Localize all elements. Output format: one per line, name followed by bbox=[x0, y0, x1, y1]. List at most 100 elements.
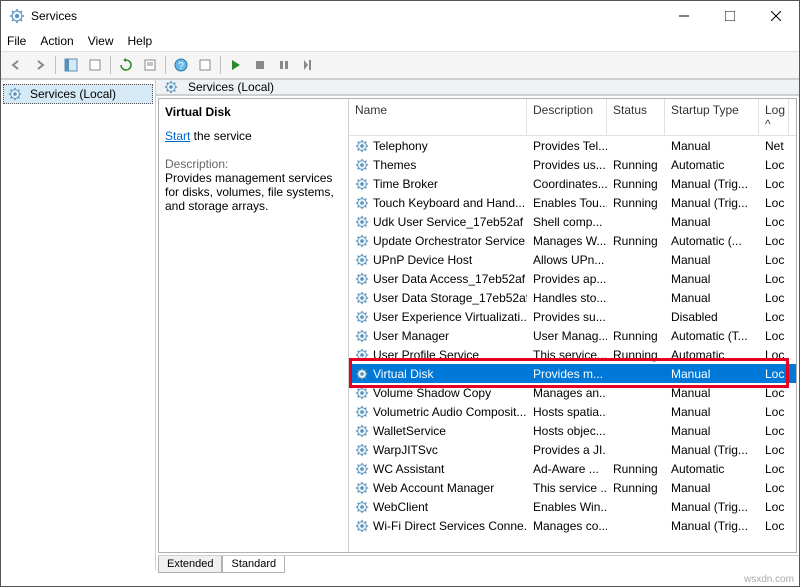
service-row[interactable]: User Profile ServiceThis service...Runni… bbox=[349, 345, 796, 364]
description-text: Provides management services for disks, … bbox=[165, 171, 342, 213]
service-startup: Manual (Trig... bbox=[665, 443, 759, 457]
gear-icon bbox=[355, 196, 369, 210]
restart-service-button[interactable] bbox=[297, 54, 319, 76]
service-row[interactable]: WarpJITSvc Provides a JI... Manual (Trig..… bbox=[349, 440, 796, 459]
menu-help[interactable]: Help bbox=[128, 34, 153, 48]
service-row[interactable]: Wi-Fi Direct Services Conne...Manages co… bbox=[349, 516, 796, 535]
service-row[interactable]: WebClientEnables Win...Manual (Trig...Lo… bbox=[349, 497, 796, 516]
service-name: Themes bbox=[373, 158, 416, 172]
service-startup: Manual bbox=[665, 272, 759, 286]
tree-root-label: Services (Local) bbox=[30, 87, 116, 101]
gear-icon bbox=[355, 158, 369, 172]
service-startup: Automatic (T... bbox=[665, 329, 759, 343]
service-row[interactable]: Time BrokerCoordinates...RunningManual (… bbox=[349, 174, 796, 193]
service-logon: Loc bbox=[759, 386, 789, 400]
properties-button[interactable] bbox=[139, 54, 161, 76]
service-status: Running bbox=[607, 234, 665, 248]
service-status: Running bbox=[607, 177, 665, 191]
service-startup: Manual bbox=[665, 215, 759, 229]
service-row[interactable]: TelephonyProvides Tel...ManualNet bbox=[349, 136, 796, 155]
service-row[interactable]: User Data Access_17eb52afProvides ap...M… bbox=[349, 269, 796, 288]
list-body[interactable]: TelephonyProvides Tel...ManualNetThemesP… bbox=[349, 136, 796, 552]
pause-service-button[interactable] bbox=[273, 54, 295, 76]
service-logon: Loc bbox=[759, 291, 789, 305]
help2-button[interactable] bbox=[194, 54, 216, 76]
service-status: Running bbox=[607, 481, 665, 495]
show-hide-tree-button[interactable] bbox=[60, 54, 82, 76]
service-row[interactable]: ThemesProvides us...RunningAutomaticLoc bbox=[349, 155, 796, 174]
service-desc: This service ... bbox=[527, 481, 607, 495]
start-link[interactable]: Start bbox=[165, 129, 190, 143]
export-button[interactable] bbox=[84, 54, 106, 76]
service-logon: Loc bbox=[759, 443, 789, 457]
service-row[interactable]: Touch Keyboard and Hand...Enables Tou...… bbox=[349, 193, 796, 212]
service-desc: Manages an... bbox=[527, 386, 607, 400]
service-desc: Coordinates... bbox=[527, 177, 607, 191]
service-startup: Manual (Trig... bbox=[665, 196, 759, 210]
gear-icon bbox=[355, 424, 369, 438]
service-status: Running bbox=[607, 462, 665, 476]
service-row[interactable]: Udk User Service_17eb52afShell comp...Ma… bbox=[349, 212, 796, 231]
tree-root-item[interactable]: Services (Local) bbox=[3, 84, 153, 104]
gear-icon bbox=[355, 481, 369, 495]
service-startup: Automatic bbox=[665, 348, 759, 362]
minimize-button[interactable] bbox=[661, 1, 707, 31]
refresh-button[interactable] bbox=[115, 54, 137, 76]
gear-icon bbox=[355, 272, 369, 286]
service-startup: Manual bbox=[665, 405, 759, 419]
service-row[interactable]: Virtual DiskProvides m...ManualLoc bbox=[349, 364, 796, 383]
service-desc: Provides us... bbox=[527, 158, 607, 172]
right-header-label: Services (Local) bbox=[188, 80, 274, 94]
service-name: Udk User Service_17eb52af bbox=[373, 215, 523, 229]
menu-action[interactable]: Action bbox=[40, 34, 73, 48]
service-row[interactable]: User Experience Virtualizati...Provides … bbox=[349, 307, 796, 326]
help-button[interactable]: ? bbox=[170, 54, 192, 76]
tab-extended[interactable]: Extended bbox=[158, 556, 222, 573]
col-status[interactable]: Status bbox=[607, 99, 665, 135]
service-row[interactable]: User ManagerUser Manag...RunningAutomati… bbox=[349, 326, 796, 345]
maximize-button[interactable] bbox=[707, 1, 753, 31]
menu-file[interactable]: File bbox=[7, 34, 26, 48]
stop-service-button[interactable] bbox=[249, 54, 271, 76]
service-desc: Provides a JI... bbox=[527, 443, 607, 457]
col-description[interactable]: Description bbox=[527, 99, 607, 135]
menu-view[interactable]: View bbox=[88, 34, 114, 48]
list-header: Name Description Status Startup Type Log… bbox=[349, 99, 796, 136]
service-desc: Hosts objec... bbox=[527, 424, 607, 438]
close-button[interactable] bbox=[753, 1, 799, 31]
service-row[interactable]: Update Orchestrator ServiceManages W...R… bbox=[349, 231, 796, 250]
service-logon: Loc bbox=[759, 234, 789, 248]
service-startup: Manual (Trig... bbox=[665, 500, 759, 514]
service-name: Telephony bbox=[373, 139, 428, 153]
service-row[interactable]: WC AssistantAd-Aware ...RunningAutomatic… bbox=[349, 459, 796, 478]
col-name[interactable]: Name bbox=[349, 99, 527, 135]
gear-icon bbox=[355, 234, 369, 248]
services-icon bbox=[8, 87, 22, 101]
service-row[interactable]: User Data Storage_17eb52afHandles sto...… bbox=[349, 288, 796, 307]
service-row[interactable]: Volumetric Audio Composit...Hosts spatia… bbox=[349, 402, 796, 421]
col-startup[interactable]: Startup Type bbox=[665, 99, 759, 135]
start-service-button[interactable] bbox=[225, 54, 247, 76]
back-button[interactable] bbox=[5, 54, 27, 76]
col-logon[interactable]: Log ^ bbox=[759, 99, 789, 135]
service-row[interactable]: UPnP Device HostAllows UPn...ManualLoc bbox=[349, 250, 796, 269]
tab-standard[interactable]: Standard bbox=[222, 556, 285, 573]
service-name: WarpJITSvc bbox=[373, 443, 438, 457]
forward-button[interactable] bbox=[29, 54, 51, 76]
service-desc: Manages W... bbox=[527, 234, 607, 248]
gear-icon bbox=[355, 139, 369, 153]
service-startup: Automatic bbox=[665, 158, 759, 172]
gear-icon bbox=[355, 405, 369, 419]
service-desc: Provides Tel... bbox=[527, 139, 607, 153]
service-row[interactable]: Volume Shadow CopyManages an...ManualLoc bbox=[349, 383, 796, 402]
service-name: WebClient bbox=[373, 500, 428, 514]
service-row[interactable]: WalletServiceHosts objec...ManualLoc bbox=[349, 421, 796, 440]
service-startup: Automatic (... bbox=[665, 234, 759, 248]
svg-text:?: ? bbox=[178, 61, 184, 72]
service-logon: Loc bbox=[759, 177, 789, 191]
service-name: Volume Shadow Copy bbox=[373, 386, 491, 400]
service-startup: Manual bbox=[665, 291, 759, 305]
gear-icon bbox=[355, 462, 369, 476]
service-row[interactable]: Web Account ManagerThis service ...Runni… bbox=[349, 478, 796, 497]
service-startup: Manual bbox=[665, 481, 759, 495]
